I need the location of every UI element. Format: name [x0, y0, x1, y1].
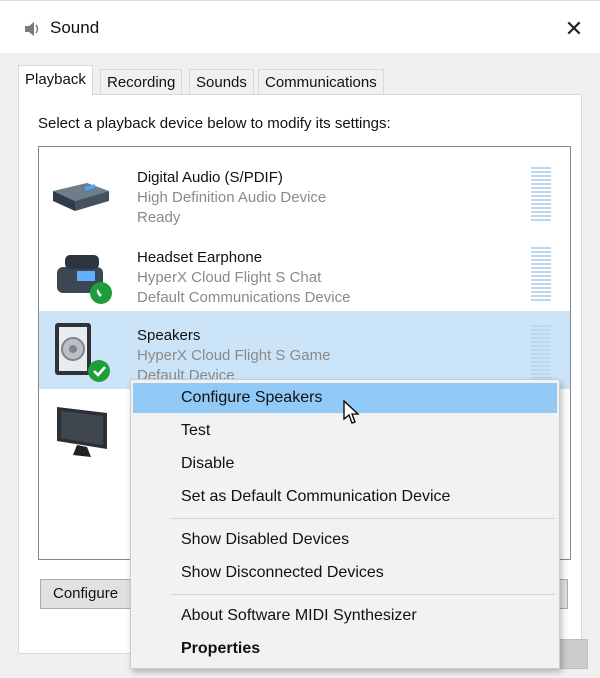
device-row-digital-audio[interactable]: Digital Audio (S/PDIF) High Definition A…: [39, 153, 570, 231]
headset-phone-icon: [57, 255, 112, 304]
tab-playback[interactable]: Playback: [18, 65, 93, 96]
menu-set-default-communication[interactable]: Set as Default Communication Device: [133, 482, 557, 512]
close-button[interactable]: ✕: [556, 13, 592, 45]
device-description: High Definition Audio Device: [137, 189, 327, 206]
device-row-headset-earphone[interactable]: Headset Earphone HyperX Cloud Flight S C…: [39, 233, 570, 311]
volume-meter: [531, 325, 551, 381]
device-status: Ready: [137, 209, 181, 226]
tab-communications[interactable]: Communications: [258, 69, 384, 95]
speaker-icon: [55, 323, 110, 382]
menu-show-disabled[interactable]: Show Disabled Devices: [133, 525, 557, 555]
instruction-text: Select a playback device below to modify…: [38, 115, 391, 132]
device-status: Default Communications Device: [137, 289, 351, 306]
monitor-icon: [57, 407, 107, 457]
menu-separator: [171, 518, 555, 519]
digital-audio-icon: [53, 183, 109, 211]
device-name: Headset Earphone: [137, 249, 263, 266]
volume-meter: [531, 167, 551, 223]
menu-separator: [171, 594, 555, 595]
menu-disable[interactable]: Disable: [133, 449, 557, 479]
menu-about-midi[interactable]: About Software MIDI Synthesizer: [133, 601, 557, 631]
title-bar: Sound ✕: [0, 1, 600, 53]
window-title: Sound: [50, 18, 100, 37]
device-row-speakers[interactable]: Speakers HyperX Cloud Flight S Game Defa…: [39, 311, 570, 389]
speaker-title-icon: [25, 22, 39, 36]
device-description: HyperX Cloud Flight S Chat: [137, 269, 322, 286]
tab-recording[interactable]: Recording: [100, 69, 183, 95]
menu-show-disconnected[interactable]: Show Disconnected Devices: [133, 558, 557, 588]
menu-properties[interactable]: Properties: [133, 634, 557, 664]
mouse-cursor-icon: [343, 399, 360, 424]
device-name: Speakers: [137, 327, 201, 344]
device-name: Digital Audio (S/PDIF): [137, 169, 283, 186]
volume-meter: [531, 247, 551, 303]
tab-sounds[interactable]: Sounds: [189, 69, 254, 95]
sound-dialog: Sound ✕ Playback Recording Sounds Commun…: [0, 0, 600, 678]
device-description: HyperX Cloud Flight S Game: [137, 347, 331, 364]
